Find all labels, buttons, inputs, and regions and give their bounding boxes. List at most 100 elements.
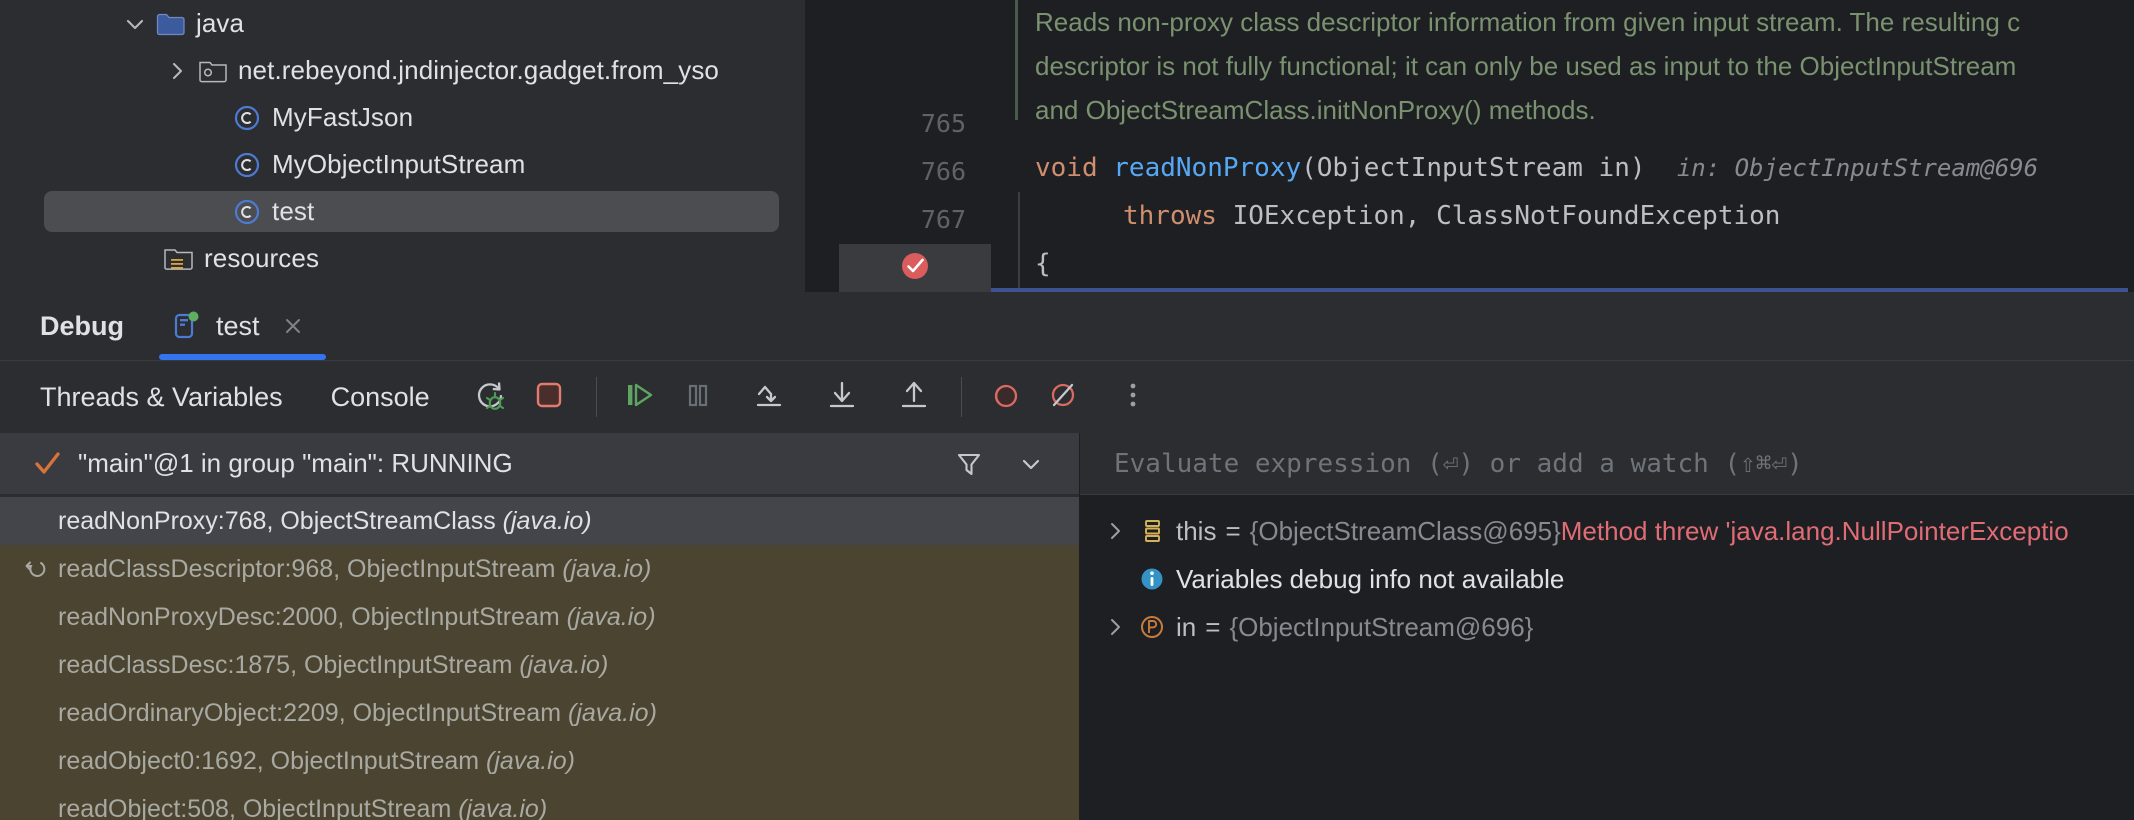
javadoc-line: descriptor is not fully functional; it c… <box>1035 51 2017 81</box>
tree-item-label: MyObjectInputStream <box>272 149 526 179</box>
stack-frame-row[interactable]: readClassDesc:1875, ObjectInputStream (j… <box>0 641 1079 689</box>
editor-scrollbar[interactable] <box>2128 0 2134 292</box>
stack-frame-row[interactable]: readNonProxyDesc:2000, ObjectInputStream… <box>0 593 1079 641</box>
chevron-right-icon[interactable] <box>160 54 194 88</box>
variable-row-in[interactable]: in = {ObjectInputStream@696} <box>1080 603 2134 651</box>
tree-item-label: resources <box>204 243 320 273</box>
frame-method: readOrdinaryObject:2209, ObjectInputStre… <box>58 698 562 727</box>
breakpoints-icon <box>987 377 1023 418</box>
variable-equals: = <box>1225 515 1241 546</box>
tab-threads-and-variables[interactable]: Threads & Variables <box>40 382 283 413</box>
code-line-767[interactable]: { <box>991 240 2134 288</box>
class-icon <box>228 193 266 231</box>
project-tree[interactable]: java net.rebeyond.jndinjector.gadget.fro… <box>0 0 806 292</box>
tree-item-resources[interactable]: resources <box>0 235 805 282</box>
javadoc-comment: Reads non-proxy class descriptor informa… <box>991 0 2134 132</box>
tree-item-java[interactable]: java <box>0 0 805 47</box>
toolbar-divider <box>960 377 962 417</box>
line-number-gutter[interactable]: 765 766 767 <box>839 0 991 292</box>
step-out-icon <box>895 376 933 419</box>
class-icon <box>228 146 266 184</box>
parameter-icon <box>1132 613 1172 641</box>
step-over-icon <box>751 376 789 419</box>
frame-method: readNonProxyDesc:2000, ObjectInputStream <box>58 602 560 631</box>
more-options-button[interactable] <box>1106 370 1160 424</box>
variable-value: {ObjectStreamClass@695} <box>1249 515 1561 546</box>
tree-item-test[interactable]: test <box>0 188 805 235</box>
step-over-button[interactable] <box>743 370 797 424</box>
debug-window-title: Debug <box>40 310 124 341</box>
tab-console[interactable]: Console <box>331 382 430 413</box>
variable-name: this <box>1176 515 1217 546</box>
evaluate-placeholder: Evaluate expression (⏎) or add a watch (… <box>1114 448 1803 479</box>
chevron-right-icon[interactable] <box>1098 519 1132 543</box>
stack-frame-row[interactable]: readNonProxy:768, ObjectStreamClass (jav… <box>0 497 1079 545</box>
frames-panel: "main"@1 in group "main": RUNNING readNo… <box>0 433 1080 820</box>
tree-item-myobjectinputstream[interactable]: MyObjectInputStream <box>0 141 805 188</box>
frame-method: readClassDesc:1875, ObjectInputStream <box>58 650 513 679</box>
frame-method: readNonProxy:768, ObjectStreamClass <box>58 506 496 535</box>
this-object-icon <box>1132 517 1172 545</box>
chevron-down-icon[interactable] <box>118 7 152 41</box>
exception-list: IOException, ClassNotFoundException <box>1232 201 1781 231</box>
frame-package: (java.io) <box>562 554 652 583</box>
stack-frame-row[interactable]: readObject:508, ObjectInputStream (java.… <box>0 785 1079 820</box>
view-breakpoints-button[interactable] <box>978 370 1032 424</box>
method-name: readNonProxy <box>1113 153 1302 183</box>
thread-status-label: "main"@1 in group "main": RUNNING <box>78 448 513 478</box>
frame-method: readObject:508, ObjectInputStream <box>58 794 452 820</box>
mute-breakpoints-button[interactable] <box>1036 370 1090 424</box>
run-configuration-tab-test[interactable]: test <box>160 292 312 360</box>
tree-item-package[interactable]: net.rebeyond.jndinjector.gadget.from_yso <box>0 47 805 94</box>
filter-icon[interactable] <box>945 440 993 488</box>
breakpoint-icon[interactable] <box>898 249 932 288</box>
variable-row-this[interactable]: this = {ObjectStreamClass@695} Method th… <box>1080 507 2134 555</box>
frame-package: (java.io) <box>566 602 656 631</box>
resume-icon <box>622 377 658 418</box>
close-icon[interactable] <box>282 315 304 337</box>
checkmark-icon <box>32 449 62 479</box>
evaluate-expression-bar[interactable]: Evaluate expression (⏎) or add a watch (… <box>1080 433 2134 495</box>
tree-item-myfastjson[interactable]: MyFastJson <box>0 94 805 141</box>
step-into-icon <box>823 376 861 419</box>
stack-frame-row[interactable]: readClassDescriptor:968, ObjectInputStre… <box>0 545 1079 593</box>
code-line-766[interactable]: throws IOException, ClassNotFoundExcepti… <box>991 192 2134 240</box>
step-into-button[interactable] <box>815 370 869 424</box>
variable-name: in <box>1176 611 1197 642</box>
variable-equals: = <box>1205 611 1221 642</box>
thread-selector[interactable]: "main"@1 in group "main": RUNNING <box>0 433 1079 495</box>
selection-highlight <box>44 191 779 232</box>
tree-item-label: test <box>272 196 315 226</box>
indent-guide <box>1018 240 1020 288</box>
chevron-down-icon[interactable] <box>1007 440 1055 488</box>
code-editor[interactable]: Reads non-proxy class descriptor informa… <box>991 0 2134 292</box>
tree-item-label: java <box>196 8 245 38</box>
javadoc-line: and ObjectStreamClass.initNonProxy() met… <box>1035 95 1596 125</box>
chevron-right-icon[interactable] <box>1098 615 1132 639</box>
editor-gutter-left <box>806 0 839 292</box>
breakpoint-gutter-cell[interactable] <box>839 244 991 292</box>
stack-frame-row[interactable]: readObject0:1692, ObjectInputStream (jav… <box>0 737 1079 785</box>
variables-tree[interactable]: this = {ObjectStreamClass@695} Method th… <box>1080 495 2134 820</box>
resume-program-button[interactable] <box>613 370 667 424</box>
pause-program-button[interactable] <box>671 370 725 424</box>
stack-frame-row[interactable]: readOrdinaryObject:2209, ObjectInputStre… <box>0 689 1079 737</box>
inlay-hint-in: in: ObjectInputStream@696 <box>1676 154 2039 182</box>
debug-tool-window: Debug test Threads & Variables Console "… <box>0 292 2134 820</box>
stack-frames-list[interactable]: readNonProxy:768, ObjectStreamClass (jav… <box>0 495 1079 820</box>
code-line-765[interactable]: void readNonProxy(ObjectInputStream in) … <box>991 144 2134 192</box>
info-icon <box>1132 564 1172 594</box>
javadoc-left-bar <box>1015 0 1018 120</box>
rerun-debug-button[interactable] <box>464 370 518 424</box>
frame-package: (java.io) <box>486 746 575 775</box>
intellij-debugger-window: java net.rebeyond.jndinjector.gadget.fro… <box>0 0 2134 820</box>
method-signature: (ObjectInputStream in) <box>1301 153 1646 183</box>
stop-button[interactable] <box>522 370 576 424</box>
package-icon <box>194 52 232 90</box>
rerun-debug-icon <box>472 376 510 419</box>
step-out-button[interactable] <box>887 370 941 424</box>
tree-item-label: MyFastJson <box>272 102 414 132</box>
keyword-void: void <box>1035 153 1098 183</box>
keyword-throws: throws <box>1123 201 1217 231</box>
variable-error: Method threw 'java.lang.NullPointerExcep… <box>1560 515 2069 546</box>
